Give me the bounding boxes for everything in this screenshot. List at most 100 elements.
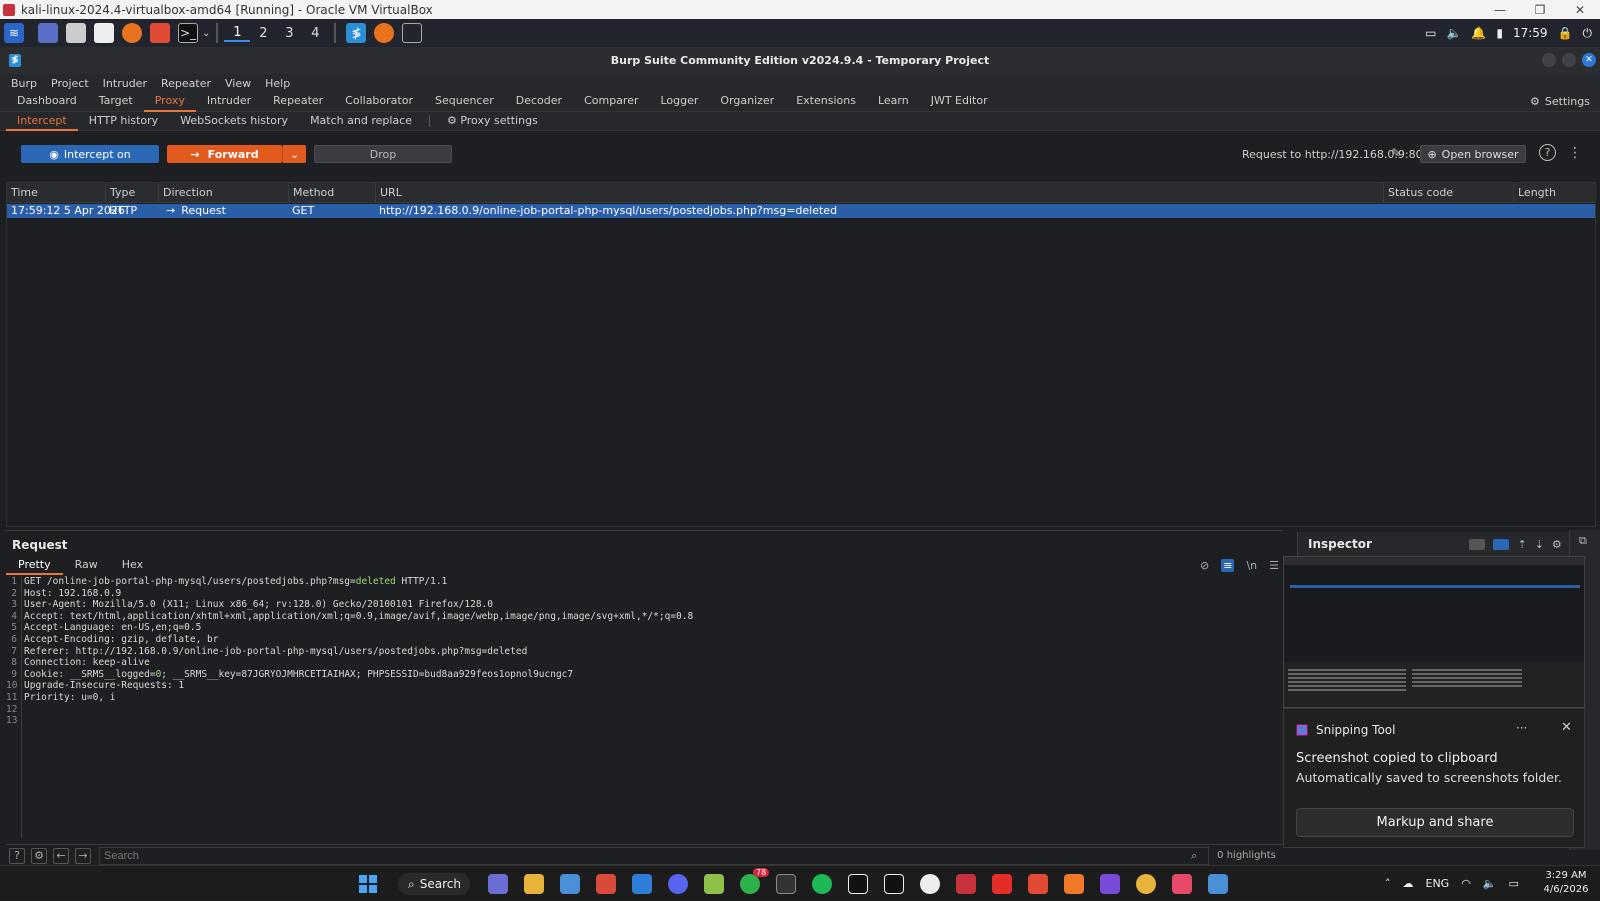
column-url[interactable]: URL (375, 183, 1383, 203)
open-browser-button[interactable]: ⊕ Open browser (1420, 145, 1526, 163)
terminal-icon[interactable] (776, 874, 796, 894)
kali-menu-icon[interactable]: ≋ (4, 23, 24, 43)
tab-organizer[interactable]: Organizer (709, 92, 785, 112)
column-method[interactable]: Method (288, 183, 375, 203)
xampp-icon[interactable] (1064, 874, 1084, 894)
hide-icon[interactable]: ⊘ (1200, 559, 1209, 572)
tab-http-history[interactable]: HTTP history (78, 112, 169, 131)
intercept-toggle-button[interactable]: ◉ Intercept on (21, 145, 159, 163)
close-icon[interactable]: ✕ (1561, 720, 1572, 735)
burp-taskbar-icon[interactable]: ≸ (346, 23, 367, 43)
tab-learn[interactable]: Learn (867, 92, 920, 112)
taskbar-search-button[interactable]: ⌕ Search (398, 873, 470, 895)
volume-icon[interactable]: 🔈 (1446, 26, 1461, 40)
arrow-left-icon[interactable]: ← (53, 847, 69, 864)
settings-button[interactable]: ⚙ Settings (1530, 95, 1590, 108)
gear-icon[interactable]: ⚙ (1552, 538, 1562, 551)
workspace-4[interactable]: 4 (302, 26, 328, 41)
layout-toggle-right[interactable] (1493, 538, 1510, 550)
expand-icon[interactable]: ⇡ (1517, 538, 1526, 551)
tab-raw[interactable]: Raw (63, 557, 110, 575)
lock-icon[interactable]: 🔒 (1558, 26, 1573, 40)
proxy-settings-button[interactable]: ⚙ Proxy settings (436, 112, 549, 131)
more-options-icon[interactable]: ··· (1516, 721, 1527, 735)
column-length[interactable]: Length (1513, 183, 1597, 203)
tab-jwt-editor[interactable]: JWT Editor (920, 92, 999, 112)
help-icon[interactable]: ? (9, 847, 25, 864)
obsidian-icon[interactable] (1100, 874, 1120, 894)
firefox-icon[interactable] (122, 23, 142, 43)
tab-repeater[interactable]: Repeater (262, 92, 334, 112)
chess-icon[interactable] (704, 874, 724, 894)
vscode-icon[interactable] (632, 874, 652, 894)
menu-icon[interactable]: ☰ (1269, 559, 1279, 572)
pencil-icon[interactable]: ✎ (1391, 146, 1401, 160)
power-icon[interactable]: ⏻ (1583, 26, 1593, 41)
newline-toggle[interactable]: \n (1246, 559, 1257, 572)
desktop-icon[interactable] (38, 23, 58, 43)
firefox-window-icon[interactable] (374, 23, 395, 43)
brave-icon[interactable] (1028, 874, 1048, 894)
layout-toggle-left[interactable] (1469, 538, 1486, 550)
notion-icon[interactable] (848, 874, 868, 894)
terminal-icon[interactable]: >_ (178, 23, 198, 43)
kali-clock[interactable]: 17:59 (1513, 26, 1548, 40)
gmail-icon[interactable] (596, 874, 616, 894)
minimize-button[interactable]: — (1480, 3, 1520, 17)
teams-icon[interactable] (488, 874, 508, 894)
column-direction[interactable]: Direction (158, 183, 288, 203)
display-icon[interactable]: ▭ (1425, 26, 1436, 40)
tab-extensions[interactable]: Extensions (785, 92, 867, 112)
tab-target[interactable]: Target (88, 92, 144, 112)
close-icon[interactable]: ✕ (1582, 53, 1596, 67)
chrome-icon[interactable] (1136, 874, 1156, 894)
snipping-taskbar-icon[interactable] (1172, 874, 1192, 894)
cloud-icon[interactable]: ☁ (1403, 877, 1414, 890)
menu-help[interactable]: Help (265, 77, 290, 90)
column-status-code[interactable]: Status code (1383, 183, 1513, 203)
battery-icon[interactable]: ▮ (1496, 26, 1503, 40)
tab-dashboard[interactable]: Dashboard (6, 92, 88, 112)
maximize-button[interactable] (1562, 53, 1576, 67)
chevron-down-icon[interactable]: ⌄ (202, 28, 210, 39)
more-options-icon[interactable]: ⋮ (1568, 145, 1582, 161)
screenshot-thumbnail[interactable] (1283, 556, 1585, 708)
brave-icon[interactable] (150, 23, 170, 43)
menu-repeater[interactable]: Repeater (161, 77, 211, 90)
file-manager-icon[interactable] (66, 23, 86, 43)
column-type[interactable]: Type (105, 183, 158, 203)
battery-icon[interactable]: ▭ (1509, 877, 1519, 890)
tab-collaborator[interactable]: Collaborator (334, 92, 424, 112)
restore-button[interactable]: ❐ (1520, 3, 1560, 17)
column-time[interactable]: Time (7, 183, 105, 203)
forward-options-button[interactable]: ⌄ (282, 145, 306, 163)
wifi-icon[interactable]: ◠ (1461, 877, 1471, 890)
tab-proxy[interactable]: Proxy (143, 92, 196, 112)
microsoft-store-icon[interactable] (560, 874, 580, 894)
workspace-1[interactable]: 1 (224, 25, 251, 42)
forward-button[interactable]: → Forward (167, 145, 282, 163)
windows-start-icon[interactable] (359, 875, 377, 893)
anthropic-icon[interactable] (884, 874, 904, 894)
window-icon[interactable] (402, 23, 423, 43)
discord-icon[interactable] (668, 874, 688, 894)
tab-intruder[interactable]: Intruder (196, 92, 262, 112)
tab-comparer[interactable]: Comparer (573, 92, 649, 112)
drop-button[interactable]: Drop (314, 145, 452, 163)
menu-project[interactable]: Project (51, 77, 89, 90)
volume-icon[interactable]: 🔈 (1483, 877, 1497, 890)
workspace-2[interactable]: 2 (250, 26, 276, 41)
taskbar-clock[interactable]: 3:29 AM 4/6/2026 (1536, 869, 1596, 897)
tab-decoder[interactable]: Decoder (505, 92, 573, 112)
github-icon[interactable] (920, 874, 940, 894)
inspector-side-icon[interactable]: ⧉ (1579, 534, 1587, 548)
tab-match-and-replace[interactable]: Match and replace (299, 112, 423, 131)
tab-logger[interactable]: Logger (649, 92, 709, 112)
file-explorer-icon[interactable] (524, 874, 544, 894)
request-editor[interactable]: 1 GET /online-job-portal-php-mysql/users/… (6, 576, 1283, 838)
gear-icon[interactable]: ⚙ (31, 847, 47, 864)
youtube-icon[interactable] (992, 874, 1012, 894)
tab-intercept[interactable]: Intercept (6, 112, 78, 131)
wrap-lines-icon[interactable]: ≡ (1221, 559, 1235, 572)
search-input[interactable] (99, 846, 1209, 865)
